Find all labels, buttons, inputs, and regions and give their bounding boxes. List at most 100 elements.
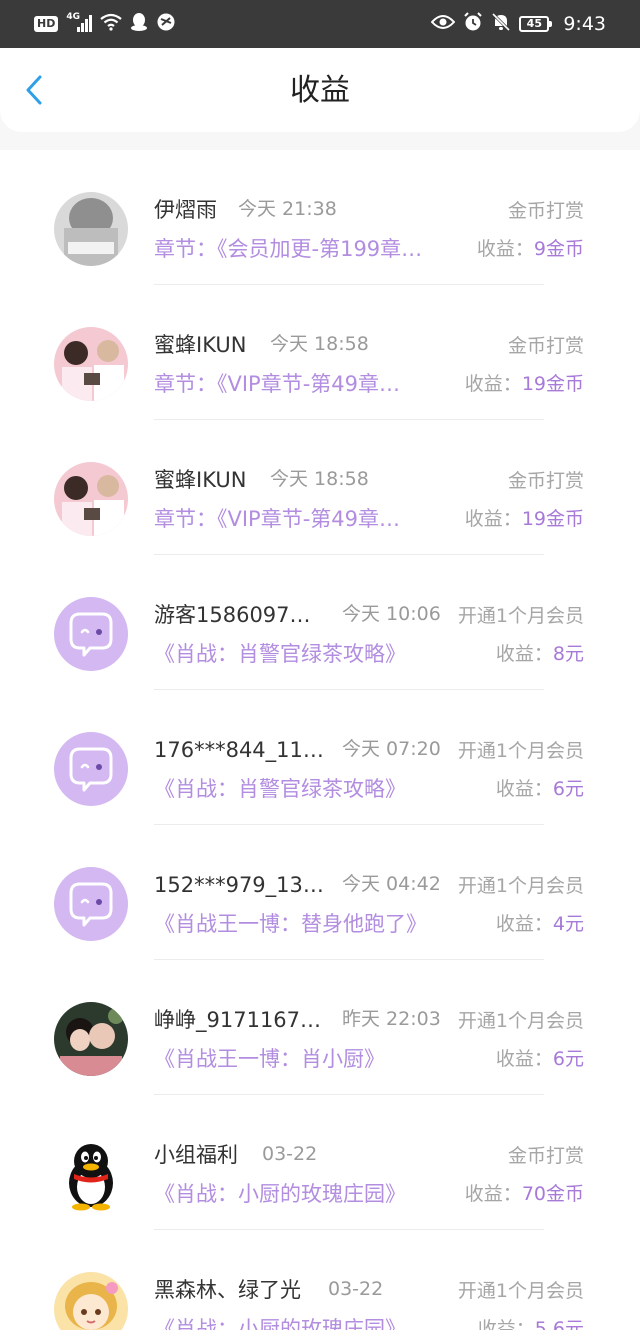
earning-label: 收益： — [464, 508, 522, 530]
avatar[interactable] — [54, 1137, 128, 1211]
status-time: 9:43 — [563, 13, 606, 35]
list-item[interactable]: 蜜蜂IKUN 今天 18:58 金币打赏 章节：《VIP章节-第49章… 收益：… — [0, 285, 640, 420]
earnings-list[interactable]: 伊熠雨 今天 21:38 金币打赏 章节：《会员加更-第199章… 收益：9金币… — [0, 150, 640, 1330]
network-type-label: 4G — [66, 12, 80, 22]
user-name: 蜜蜂IKUN — [154, 468, 247, 492]
qq-notification-icon — [130, 12, 148, 36]
record-detail: 章节：《VIP章节-第49章… — [154, 372, 401, 396]
avatar[interactable] — [54, 597, 128, 671]
avatar[interactable] — [54, 462, 128, 536]
list-item[interactable]: 伊熠雨 今天 21:38 金币打赏 章节：《会员加更-第199章… 收益：9金币 — [0, 150, 640, 285]
earning-label: 收益： — [476, 238, 534, 260]
record-time: 今天 07:20 — [342, 738, 441, 760]
earning-value: 70金币 — [521, 1183, 584, 1205]
user-name: 峥峥_9171167… — [154, 1008, 322, 1032]
record-time: 今天 18:58 — [270, 468, 369, 490]
user-name: 黑森林、绿了光 — [154, 1278, 301, 1302]
avatar[interactable] — [54, 867, 128, 941]
earning-value: 6元 — [552, 778, 584, 800]
list-item[interactable]: 小组福利 03-22 金币打赏 《肖战：小厨的玫瑰庄园》 收益：70金币 — [0, 1095, 640, 1230]
record-type: 开通1个月会员 — [457, 1010, 584, 1032]
list-item[interactable]: 蜜蜂IKUN 今天 18:58 金币打赏 章节：《VIP章节-第49章… 收益：… — [0, 420, 640, 555]
record-earning: 收益：4元 — [496, 909, 584, 939]
app-notification-icon — [156, 12, 176, 36]
mute-bell-icon — [491, 12, 511, 36]
status-bar: HD 4G 45 9:43 — [0, 0, 640, 48]
record-earning: 收益：6元 — [496, 774, 584, 804]
cellular-signal-icon: 4G — [66, 12, 93, 34]
earning-label: 收益： — [464, 373, 522, 395]
earning-value: 5.6元 — [534, 1318, 584, 1330]
earning-label: 收益： — [495, 1048, 553, 1070]
user-name: 176***844_11… — [154, 738, 324, 762]
earning-label: 收益： — [495, 913, 553, 935]
avatar[interactable] — [54, 327, 128, 401]
record-time: 03-22 — [262, 1143, 318, 1165]
record-time: 今天 04:42 — [342, 873, 441, 895]
record-time: 03-22 — [328, 1278, 384, 1300]
earning-label: 收益： — [495, 778, 553, 800]
earning-label: 收益： — [477, 1318, 535, 1330]
record-detail: 《肖战：小厨的玫瑰庄园》 — [154, 1182, 406, 1206]
record-earning: 收益：19金币 — [465, 504, 584, 534]
list-item[interactable]: 黑森林、绿了光 03-22 开通1个月会员 《肖战：小厨的玫瑰庄园》 收益：5.… — [0, 1230, 640, 1330]
earning-value: 9金币 — [533, 238, 584, 260]
record-earning: 收益：6元 — [496, 1044, 584, 1074]
earning-value: 19金币 — [521, 508, 584, 530]
list-item[interactable]: 游客1586097… 今天 10:06 开通1个月会员 《肖战：肖警官绿茶攻略》… — [0, 555, 640, 690]
record-detail: 章节：《会员加更-第199章… — [154, 237, 423, 261]
hd-indicator: HD — [34, 16, 59, 32]
avatar[interactable] — [54, 732, 128, 806]
avatar[interactable] — [54, 1272, 128, 1330]
alarm-icon — [463, 12, 483, 36]
record-earning: 收益：5.6元 — [478, 1314, 584, 1330]
nav-header: 收益 — [0, 48, 640, 132]
default-avatar-icon — [54, 597, 128, 671]
user-name: 伊熠雨 — [154, 198, 217, 222]
earning-label: 收益： — [464, 1183, 522, 1205]
record-detail: 《肖战：肖警官绿茶攻略》 — [154, 642, 406, 666]
user-name: 小组福利 — [154, 1143, 238, 1167]
record-type: 开通1个月会员 — [457, 1280, 584, 1302]
avatar[interactable] — [54, 192, 128, 266]
eye-comfort-icon — [430, 14, 456, 34]
record-detail: 《肖战王一博：替身他跑了》 — [154, 912, 427, 936]
earning-label: 收益： — [495, 643, 553, 665]
list-item[interactable]: 峥峥_9171167… 昨天 22:03 开通1个月会员 《肖战王一博：肖小厨》… — [0, 960, 640, 1095]
record-detail: 《肖战：肖警官绿茶攻略》 — [154, 777, 406, 801]
record-detail: 《肖战王一博：肖小厨》 — [154, 1047, 385, 1071]
default-avatar-icon — [54, 732, 128, 806]
avatar[interactable] — [54, 1002, 128, 1076]
record-detail: 《肖战：小厨的玫瑰庄园》 — [154, 1317, 406, 1330]
default-avatar-icon — [54, 867, 128, 941]
qq-penguin-icon — [69, 1144, 113, 1211]
battery-icon: 45 — [519, 16, 553, 32]
user-name: 蜜蜂IKUN — [154, 333, 247, 357]
record-type: 金币打赏 — [507, 470, 584, 492]
record-time: 今天 21:38 — [238, 198, 337, 220]
record-detail: 章节：《VIP章节-第49章… — [154, 507, 401, 531]
user-name: 152***979_13… — [154, 873, 324, 897]
list-item[interactable]: 176***844_11… 今天 07:20 开通1个月会员 《肖战：肖警官绿茶… — [0, 690, 640, 825]
record-type: 金币打赏 — [507, 1145, 584, 1167]
page-title: 收益 — [290, 73, 350, 108]
record-earning: 收益：19金币 — [465, 369, 584, 399]
record-type: 金币打赏 — [507, 335, 584, 357]
user-name: 游客1586097… — [154, 603, 311, 627]
list-item[interactable]: 152***979_13… 今天 04:42 开通1个月会员 《肖战王一博：替身… — [0, 825, 640, 960]
record-type: 开通1个月会员 — [457, 740, 584, 762]
record-type: 金币打赏 — [507, 200, 584, 222]
earning-value: 4元 — [552, 913, 584, 935]
record-type: 开通1个月会员 — [457, 605, 584, 627]
wifi-icon — [100, 13, 123, 35]
record-time: 昨天 22:03 — [342, 1008, 441, 1030]
record-time: 今天 10:06 — [342, 603, 441, 625]
earning-value: 8元 — [552, 643, 584, 665]
record-earning: 收益：9金币 — [477, 234, 584, 264]
earning-value: 19金币 — [521, 373, 584, 395]
record-earning: 收益：70金币 — [465, 1179, 584, 1209]
record-type: 开通1个月会员 — [457, 875, 584, 897]
record-earning: 收益：8元 — [496, 639, 584, 669]
earning-value: 6元 — [552, 1048, 584, 1070]
record-time: 今天 18:58 — [270, 333, 369, 355]
